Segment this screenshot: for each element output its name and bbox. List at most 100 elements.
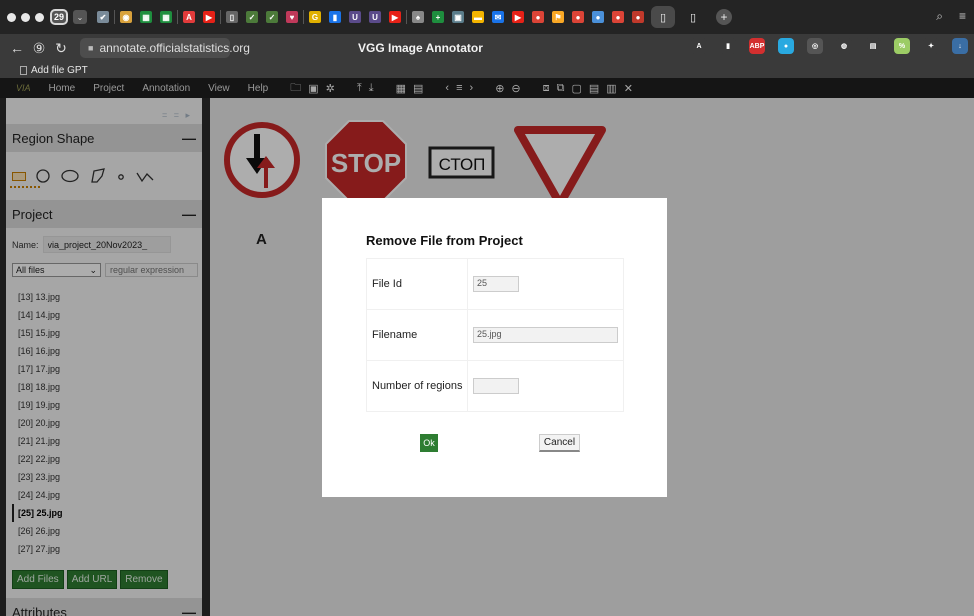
window-controls[interactable] xyxy=(7,12,44,22)
doc-icon: ▯ xyxy=(689,11,697,24)
hat-icon[interactable]: ♠ xyxy=(412,11,424,23)
doc-icon xyxy=(20,65,27,75)
vpn-icon[interactable]: ⑨ xyxy=(28,40,50,57)
pinned-tabs: ✔ ◉ ▦ ▦ A ▶ ▯ ✓ ✓ ♥ G ▮ U U ▶ ♠ + ▣ ▬ ✉ ▶ ● ⚑ ● ● ● ● xyxy=(93,10,648,24)
tab-separator xyxy=(303,10,304,24)
prev-icon[interactable]: ‹ xyxy=(445,82,449,94)
blue-icon[interactable]: ● xyxy=(592,11,604,23)
youtube-icon[interactable]: ▶ xyxy=(389,11,401,23)
tabstrip-right-controls: ⌕ ≡ xyxy=(936,9,966,24)
badge-icon[interactable]: ● xyxy=(632,11,644,23)
file-id-label: File Id xyxy=(366,258,468,310)
paste-n-icon[interactable]: ▤ xyxy=(589,82,599,95)
flag-icon[interactable]: ⚑ xyxy=(552,11,564,23)
ok-button[interactable]: Ok xyxy=(420,434,438,452)
chrome-icon[interactable]: ◉ xyxy=(120,11,132,23)
upload-icon[interactable]: ⤒ xyxy=(357,82,362,95)
bookmarks-bar: Add file GPT xyxy=(0,62,974,78)
close-window-icon[interactable] xyxy=(7,12,16,22)
menu-home[interactable]: Home xyxy=(49,83,76,94)
grid-icon[interactable]: ▦ xyxy=(396,82,406,95)
delete-icon[interactable]: ✕ xyxy=(624,82,633,95)
glasses-icon[interactable]: ◎ xyxy=(807,38,823,54)
toolbar: 🗀 ▣ ✲ ⤒ ⤓ ▦ ▤ ‹ ≡ › ⊕ ⊖ ⧈ ⧉ ▢ ▤ ▥ ✕ xyxy=(290,79,633,98)
u-icon[interactable]: U xyxy=(369,11,381,23)
tab-group-count[interactable]: 29 xyxy=(50,9,68,25)
box-icon[interactable]: ▤ xyxy=(865,38,881,54)
zoom-in-icon[interactable]: ⊕ xyxy=(495,82,504,95)
comment-icon[interactable]: ▤ xyxy=(413,82,423,95)
slides-icon[interactable]: ▬ xyxy=(472,11,484,23)
g-icon[interactable]: G xyxy=(309,11,321,23)
sheets-icon[interactable]: ▦ xyxy=(160,11,172,23)
zoom-out-icon[interactable]: ⊖ xyxy=(511,82,520,95)
circle-icon[interactable]: ● xyxy=(532,11,544,23)
sheets-icon[interactable]: ▦ xyxy=(140,11,152,23)
tab-inactive[interactable]: ▯ xyxy=(681,6,705,28)
screen-icon[interactable]: ▣ xyxy=(452,11,464,23)
mail-icon[interactable]: ✉ xyxy=(492,11,504,23)
tab-separator xyxy=(114,10,115,24)
search-tabs-icon[interactable]: ⌕ xyxy=(936,9,943,24)
lock-icon: ■ xyxy=(88,43,94,53)
youtube-icon[interactable]: ▶ xyxy=(512,11,524,23)
maximize-window-icon[interactable] xyxy=(35,12,44,22)
youtube-icon[interactable]: ▶ xyxy=(203,11,215,23)
dialog-title: Remove File from Project xyxy=(366,233,523,248)
paste-region-icon[interactable]: ▥ xyxy=(606,82,616,95)
record-icon[interactable]: ● xyxy=(572,11,584,23)
check-icon[interactable]: ✓ xyxy=(266,11,278,23)
bookmark-label: Add file GPT xyxy=(31,64,88,76)
field-row: Number of regions xyxy=(366,360,624,412)
acrobat-icon[interactable]: A xyxy=(183,11,195,23)
download-icon[interactable]: ⤓ xyxy=(369,82,374,95)
url-text: annotate.officialstatistics.org xyxy=(99,41,250,55)
remove-file-dialog: Remove File from Project File Id 25 File… xyxy=(322,198,667,497)
verified-icon[interactable]: ✔ xyxy=(97,11,109,23)
tab-separator xyxy=(406,10,407,24)
plus-square-icon[interactable]: + xyxy=(432,11,444,23)
menu-view[interactable]: View xyxy=(208,83,230,94)
back-arrow-icon[interactable]: ← xyxy=(6,40,28,56)
field-row: File Id 25 xyxy=(366,258,624,310)
adblock-icon[interactable]: ABP xyxy=(749,38,765,54)
filename-field[interactable]: 25.jpg xyxy=(473,327,618,343)
select-all-icon[interactable]: ⧈ xyxy=(543,82,550,95)
globe-icon[interactable]: ◍ xyxy=(836,38,852,54)
tab-active[interactable]: ▯ xyxy=(651,6,675,28)
copy-icon[interactable]: ⧉ xyxy=(557,82,565,95)
discount-icon[interactable]: % xyxy=(894,38,910,54)
url-field[interactable]: ■ annotate.officialstatistics.org xyxy=(80,38,250,58)
translate-icon[interactable]: A xyxy=(691,38,707,54)
menu-project[interactable]: Project xyxy=(93,83,124,94)
paste-icon[interactable]: ▢ xyxy=(571,82,581,95)
reload-icon[interactable]: ↻ xyxy=(50,40,72,57)
red-icon[interactable]: ● xyxy=(612,11,624,23)
save-icon[interactable]: ▣ xyxy=(308,82,318,95)
menu-help[interactable]: Help xyxy=(248,83,269,94)
doc-icon[interactable]: ▯ xyxy=(226,11,238,23)
list-icon[interactable]: ≡ xyxy=(456,82,462,94)
page-title: VGG Image Annotator xyxy=(358,41,483,55)
cancel-button[interactable]: Cancel xyxy=(539,434,580,452)
check-icon[interactable]: ✓ xyxy=(246,11,258,23)
bookmark-icon[interactable]: ▮ xyxy=(720,38,736,54)
u-icon[interactable]: U xyxy=(349,11,361,23)
gear-icon[interactable]: ✲ xyxy=(326,82,335,95)
menu-annotation[interactable]: Annotation xyxy=(142,83,190,94)
tab-group-menu-icon[interactable]: ⌄ xyxy=(73,10,87,24)
extension-blue-icon[interactable]: ● xyxy=(778,38,794,54)
heart-icon[interactable]: ♥ xyxy=(286,11,298,23)
via-logo[interactable]: VIA xyxy=(16,83,31,93)
regions-count-field[interactable] xyxy=(473,378,519,394)
download-icon[interactable]: ↓ xyxy=(952,38,968,54)
bookmark-icon[interactable]: ▮ xyxy=(329,11,341,23)
menu-icon[interactable]: ≡ xyxy=(959,9,966,24)
bookmark-add-file-gpt[interactable]: Add file GPT xyxy=(20,65,88,76)
new-tab-button[interactable]: + xyxy=(716,9,732,25)
file-id-field[interactable]: 25 xyxy=(473,276,519,292)
minimize-window-icon[interactable] xyxy=(21,12,30,22)
puzzle-icon[interactable]: ✦ xyxy=(923,38,939,54)
folder-icon[interactable]: 🗀 xyxy=(290,79,301,98)
next-icon[interactable]: › xyxy=(470,82,474,94)
